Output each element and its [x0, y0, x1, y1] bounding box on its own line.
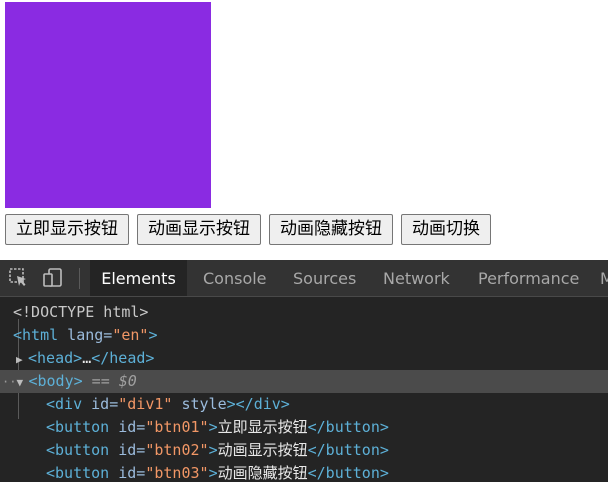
animate-toggle-button[interactable]: 动画切换 — [401, 214, 491, 245]
expand-triangle-icon[interactable]: ▶ — [16, 348, 28, 371]
button-tag-gt: > — [208, 441, 218, 459]
div-tag: <div — [46, 395, 83, 413]
div-attr-value: "div1" — [118, 395, 173, 413]
button-attr-value: "btn01" — [145, 418, 209, 436]
tab-sources[interactable]: Sources — [293, 260, 356, 296]
button-tag: <button — [46, 418, 110, 436]
animate-hide-button[interactable]: 动画隐藏按钮 — [269, 214, 393, 245]
device-toggle-icon[interactable] — [42, 267, 64, 289]
button-tag-close: </button> — [307, 441, 389, 459]
button-text-node: 动画隐藏按钮 — [217, 464, 308, 482]
dom-line-btn01[interactable]: <button id="btn01">立即显示按钮</button> — [0, 416, 608, 439]
dom-line-body[interactable]: ··▼ <body> == $0 — [0, 370, 608, 393]
div-style-attr: style — [172, 395, 227, 413]
html-attr: lang= — [58, 326, 113, 344]
tab-console[interactable]: Console — [203, 260, 267, 296]
dom-line-btn03[interactable]: <button id="btn03">动画隐藏按钮</button> — [0, 462, 608, 482]
dom-line-head[interactable]: ▶ <head>…</head> — [0, 347, 608, 370]
button-attr: id= — [109, 441, 146, 459]
page-content: 立即显示按钮 动画显示按钮 动画隐藏按钮 动画切换 — [0, 0, 608, 260]
animated-box — [5, 2, 211, 208]
dom-line-html[interactable]: <html lang="en"> — [0, 324, 608, 347]
dom-line-btn02[interactable]: <button id="btn02">动画显示按钮</button> — [0, 439, 608, 462]
tab-memory[interactable]: M — [600, 260, 608, 296]
button-attr: id= — [109, 418, 146, 436]
button-attr-value: "btn03" — [145, 464, 209, 482]
head-tag: <head> — [28, 349, 83, 367]
div-tag-close: ></div> — [226, 395, 290, 413]
button-attr: id= — [109, 464, 146, 482]
button-tag: <button — [46, 464, 110, 482]
screenshot-root: 立即显示按钮 动画显示按钮 动画隐藏按钮 动画切换 Elements Conso… — [0, 0, 608, 482]
div-attr: id= — [82, 395, 119, 413]
button-row: 立即显示按钮 动画显示按钮 动画隐藏按钮 动画切换 — [5, 214, 491, 245]
dom-line-div[interactable]: <div id="div1" style></div> — [0, 393, 608, 416]
button-text-node: 立即显示按钮 — [217, 418, 308, 436]
devtools-panel: Elements Console Sources Network Perform… — [0, 260, 608, 482]
head-tag-close: </head> — [91, 349, 155, 367]
button-tag-gt: > — [208, 464, 218, 482]
dom-line-doctype[interactable]: <!DOCTYPE html> — [0, 301, 608, 324]
tab-performance[interactable]: Performance — [478, 260, 579, 296]
animate-show-button[interactable]: 动画显示按钮 — [137, 214, 261, 245]
body-tag: <body> — [28, 372, 83, 390]
more-options-icon[interactable]: ·· — [2, 375, 16, 389]
doctype-text: <!DOCTYPE html> — [13, 303, 149, 321]
html-attr-value: "en" — [112, 326, 149, 344]
dom-tree: <!DOCTYPE html> <html lang="en"> ▶ <head>… — [0, 297, 608, 482]
toolbar-divider — [79, 268, 80, 289]
show-now-button[interactable]: 立即显示按钮 — [5, 214, 129, 245]
tab-network[interactable]: Network — [383, 260, 450, 296]
collapse-triangle-icon[interactable]: ▼ — [16, 371, 28, 394]
html-tag-close: > — [148, 326, 158, 344]
button-attr-value: "btn02" — [145, 441, 209, 459]
inspect-element-icon[interactable] — [8, 267, 30, 289]
button-tag: <button — [46, 441, 110, 459]
button-tag-gt: > — [208, 418, 218, 436]
button-tag-close: </button> — [307, 464, 389, 482]
head-ellipsis[interactable]: … — [82, 349, 91, 367]
html-tag: <html — [13, 326, 59, 344]
button-tag-close: </button> — [307, 418, 389, 436]
selected-node-marker: == $0 — [82, 372, 137, 390]
tab-elements[interactable]: Elements — [90, 260, 187, 296]
button-text-node: 动画显示按钮 — [217, 441, 308, 459]
devtools-toolbar: Elements Console Sources Network Perform… — [0, 260, 608, 297]
